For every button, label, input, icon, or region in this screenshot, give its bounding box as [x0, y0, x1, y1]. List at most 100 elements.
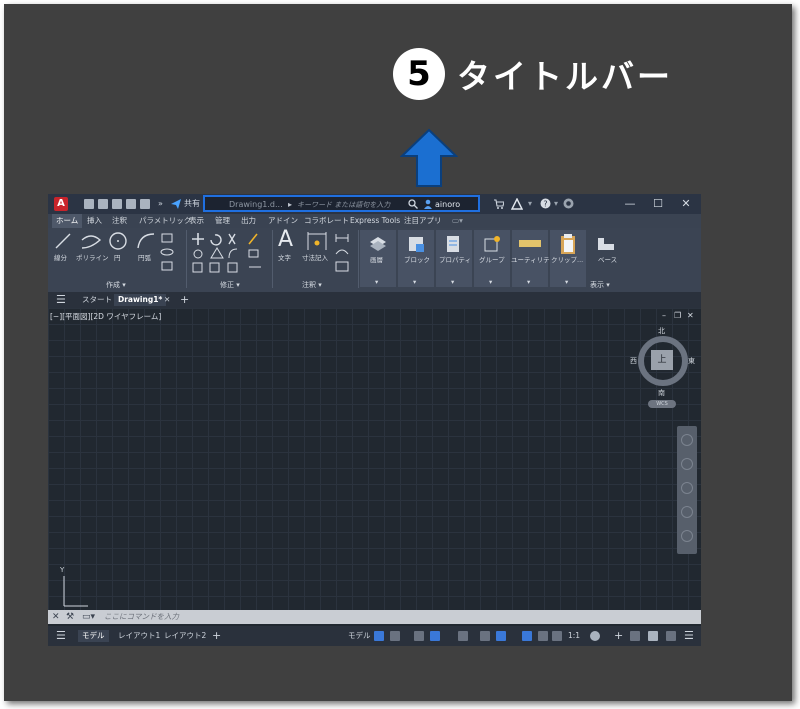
orbit-icon[interactable] — [681, 506, 693, 518]
drawing-area[interactable]: [−][平面図][2D ワイヤフレーム] – ❐ ✕ 上 北 南 東 西 WCS… — [48, 308, 701, 610]
line-label[interactable]: 線分 — [54, 254, 67, 263]
model-space-button[interactable]: モデル — [348, 630, 371, 642]
dimension-label[interactable]: 寸法記入 — [302, 254, 328, 263]
draw-panel-title[interactable]: 作成 ▾ — [106, 280, 126, 290]
layout-menu-icon[interactable]: ☰ — [56, 630, 66, 642]
autoscale-icon[interactable] — [538, 631, 548, 641]
circle-label[interactable]: 円 — [114, 254, 121, 263]
tab-express-tools[interactable]: Express Tools — [350, 214, 400, 228]
grid-icon[interactable] — [374, 631, 384, 641]
dimension-icon[interactable] — [306, 232, 328, 252]
help-dropdown-icon[interactable]: ▾ — [554, 197, 558, 211]
snap-icon[interactable] — [390, 631, 400, 641]
learn-icon[interactable] — [563, 198, 574, 209]
tab-collaborate[interactable]: コラボレート — [304, 214, 349, 228]
tab-model[interactable]: モデル — [78, 630, 109, 642]
selection-cycling-icon[interactable] — [496, 631, 506, 641]
command-history-icon[interactable]: ▭▾ — [82, 610, 95, 624]
modify-panel-title[interactable]: 修正 ▾ — [220, 280, 240, 290]
viewport-close-icon[interactable]: ✕ — [687, 311, 694, 320]
properties-button[interactable]: プロパティ ▾ — [436, 230, 472, 287]
maximize-button[interactable]: ☐ — [648, 197, 668, 211]
tab-manage[interactable]: 管理 — [215, 214, 230, 228]
utilities-button[interactable]: ユーティリティ ▾ — [511, 230, 556, 287]
isodraft-icon[interactable] — [458, 631, 468, 641]
menu-icon[interactable]: ☰ — [56, 294, 66, 306]
arc-icon[interactable] — [136, 232, 156, 250]
new-icon[interactable] — [84, 199, 94, 209]
viewcube-south[interactable]: 南 — [658, 388, 665, 398]
zoom-icon[interactable] — [681, 482, 693, 494]
tab-home[interactable]: ホーム — [52, 214, 83, 228]
plot-icon[interactable] — [140, 199, 150, 209]
osnap-icon[interactable] — [480, 631, 490, 641]
pan-icon[interactable] — [681, 458, 693, 470]
add-layout-icon[interactable]: + — [212, 630, 221, 642]
viewcube-top-face[interactable]: 上 — [651, 350, 673, 370]
share-button[interactable]: 共有 — [184, 197, 200, 211]
ortho-icon[interactable] — [414, 631, 424, 641]
line-icon[interactable] — [54, 232, 72, 250]
wrench-icon[interactable]: ⚒ — [66, 610, 74, 624]
add-tab-icon[interactable]: + — [180, 294, 189, 306]
fullscreen-icon[interactable] — [666, 631, 676, 641]
user-name[interactable]: ainoro — [435, 198, 460, 212]
wcs-menu[interactable]: WCS — [648, 400, 676, 408]
tab-parametric[interactable]: パラメトリック — [139, 214, 191, 228]
close-tab-icon[interactable]: ✕ — [164, 294, 170, 306]
tab-layout2[interactable]: レイアウト2 — [164, 630, 206, 642]
open-icon[interactable] — [98, 199, 108, 209]
save-as-icon[interactable] — [126, 199, 136, 209]
polar-icon[interactable] — [430, 631, 440, 641]
close-button[interactable]: ✕ — [676, 197, 696, 211]
scale-selector[interactable]: 1:1 — [568, 630, 580, 642]
tab-view[interactable]: 表示 — [189, 214, 204, 228]
app-logo-button[interactable]: A — [54, 197, 68, 211]
viewcube-east[interactable]: 東 — [688, 356, 695, 366]
view-panel-title[interactable]: 表示 ▾ — [590, 280, 610, 290]
plus-icon[interactable]: + — [614, 630, 623, 642]
tab-start[interactable]: スタート — [82, 294, 112, 306]
tab-output[interactable]: 出力 — [241, 214, 256, 228]
arc-label[interactable]: 円弧 — [138, 254, 151, 263]
isolate-icon[interactable] — [648, 631, 658, 641]
save-icon[interactable] — [112, 199, 122, 209]
polyline-label[interactable]: ポリライン — [76, 254, 109, 263]
annotation-visibility-icon[interactable] — [522, 631, 532, 641]
command-input[interactable]: ここにコマンドを入力 — [104, 610, 179, 624]
chevron-down-icon[interactable]: ▾ — [528, 197, 532, 211]
search-input[interactable]: キーワード または語句を入力 — [297, 198, 390, 212]
annotation-scale-icon[interactable] — [552, 631, 562, 641]
customize-icon[interactable]: ☰ — [684, 630, 694, 642]
layers-button[interactable]: 画層 ▾ — [360, 230, 396, 287]
more-icon[interactable]: » — [158, 197, 163, 211]
viewport-minimize-icon[interactable]: – — [662, 311, 666, 320]
tab-addins[interactable]: アドイン — [268, 214, 298, 228]
viewport-label[interactable]: [−][平面図][2D ワイヤフレーム] — [50, 311, 161, 322]
tab-insert[interactable]: 挿入 — [87, 214, 102, 228]
tab-layout1[interactable]: レイアウト1 — [118, 630, 160, 642]
base-label[interactable]: ベース — [598, 256, 617, 265]
help-icon[interactable]: ? — [540, 198, 551, 209]
circle-icon[interactable] — [108, 231, 128, 251]
close-command-icon[interactable]: ✕ — [52, 610, 60, 624]
group-button[interactable]: グループ ▾ — [474, 230, 510, 287]
viewport-restore-icon[interactable]: ❐ — [674, 311, 681, 320]
gear-icon[interactable] — [590, 631, 600, 641]
tab-annotate[interactable]: 注釈 — [112, 214, 127, 228]
cart-icon[interactable] — [494, 199, 504, 209]
text-icon[interactable]: A — [278, 228, 293, 252]
autodesk-icon[interactable] — [511, 198, 523, 210]
annot-small-tools-icon[interactable] — [334, 232, 352, 274]
draw-small-tools-icon[interactable] — [160, 232, 182, 274]
text-label[interactable]: 文字 — [278, 254, 291, 263]
annotation-panel-title[interactable]: 注釈 ▾ — [302, 280, 322, 290]
steering-wheel-icon[interactable] — [681, 434, 693, 446]
clipboard-button[interactable]: クリップ... ▾ — [550, 230, 586, 287]
polyline-icon[interactable] — [80, 232, 102, 250]
search-icon[interactable] — [408, 199, 418, 209]
tab-featured-apps[interactable]: 注目アプリ — [404, 214, 442, 228]
block-button[interactable]: ブロック ▾ — [398, 230, 434, 287]
minimize-button[interactable]: — — [620, 197, 640, 211]
showmotion-icon[interactable] — [681, 530, 693, 542]
